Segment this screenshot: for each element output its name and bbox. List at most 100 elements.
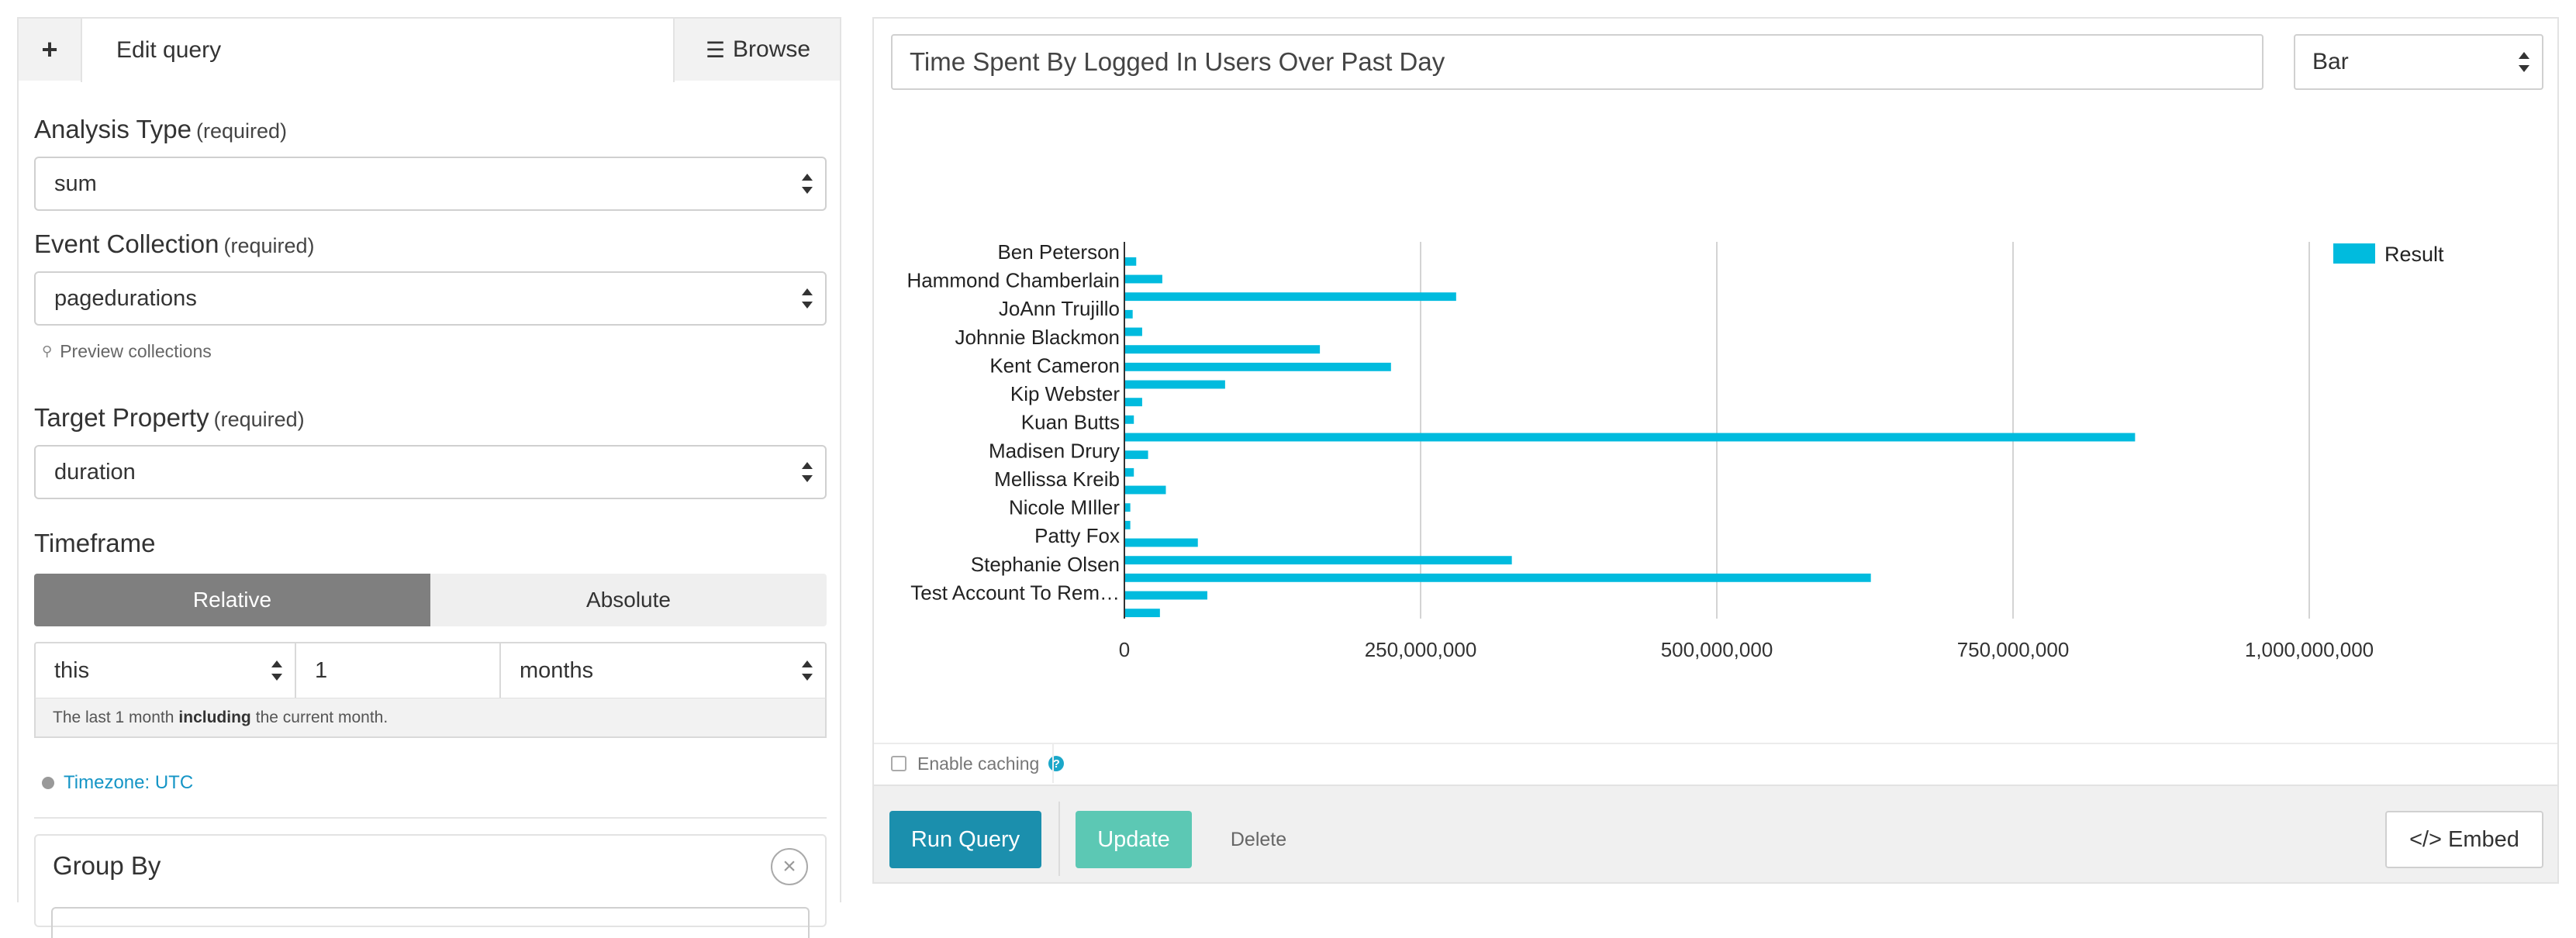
timeframe-help-suffix: the current month. xyxy=(255,708,388,726)
bar xyxy=(1124,292,1456,302)
add-query-tab[interactable]: + xyxy=(19,19,81,81)
bar xyxy=(1124,398,1142,407)
bar xyxy=(1124,503,1131,512)
bar xyxy=(1124,450,1148,460)
select-caret-icon xyxy=(800,460,814,484)
timezone-label: Timezone: UTC xyxy=(64,772,194,793)
timezone-link[interactable]: Timezone: UTC xyxy=(42,772,193,794)
target-property-value: duration xyxy=(54,459,136,485)
analysis-type-select[interactable]: sum xyxy=(34,157,827,211)
globe-icon xyxy=(42,777,54,789)
relativity-select[interactable]: this xyxy=(36,643,296,698)
preview-collections-label: Preview collections xyxy=(60,341,212,361)
bar xyxy=(1124,556,1512,565)
search-icon: ⚲ xyxy=(42,343,53,359)
analysis-type-label: Analysis Type (required) xyxy=(34,115,287,144)
divider xyxy=(1052,743,1054,783)
event-collection-value: pagedurations xyxy=(54,285,197,311)
category-label: Kent Cameron xyxy=(989,353,1120,377)
category-label: Stephanie Olsen xyxy=(971,553,1120,576)
x-tick-label: 750,000,000 xyxy=(1957,638,2070,661)
bar xyxy=(1124,274,1162,284)
timeframe-relative-button[interactable]: Relative xyxy=(34,574,430,626)
enable-caching-label: Enable caching xyxy=(917,753,1040,774)
run-query-button[interactable]: Run Query xyxy=(889,811,1041,868)
group-by-title: Group By xyxy=(53,851,161,880)
tab-browse[interactable]: ☰ Browse xyxy=(675,19,841,81)
select-caret-icon xyxy=(800,172,814,195)
category-label: Test Account To Rem… xyxy=(910,581,1120,604)
group-by-box: Group By × xyxy=(34,834,827,938)
timeframe-unit-select[interactable]: months xyxy=(501,643,825,698)
relativity-value: this xyxy=(54,657,90,683)
close-icon[interactable]: × xyxy=(771,848,808,885)
category-label: Kuan Butts xyxy=(1021,411,1120,434)
target-property-label-text: Target Property xyxy=(34,403,209,432)
timeframe-unit-value: months xyxy=(520,657,594,683)
category-label: JoAnn Trujillo xyxy=(999,297,1120,320)
bar xyxy=(1124,309,1133,319)
x-tick-label: 1,000,000,000 xyxy=(2245,638,2374,661)
bar xyxy=(1124,415,1134,424)
bar-chart: 0 250,000,000 500,000,000 750,000,000 1,000,… xyxy=(906,240,2444,661)
category-label: Madisen Drury xyxy=(989,439,1120,462)
query-tabs: + Edit query ☰ Browse xyxy=(19,19,841,82)
analysis-type-label-text: Analysis Type xyxy=(34,115,192,143)
bar xyxy=(1124,467,1134,477)
select-caret-icon xyxy=(800,659,814,682)
tab-edit-query[interactable]: Edit query xyxy=(81,19,675,82)
bar xyxy=(1124,609,1160,618)
category-label: Mellissa Kreib xyxy=(994,467,1120,491)
bar xyxy=(1124,591,1207,600)
event-collection-select[interactable]: pagedurations xyxy=(34,271,827,326)
required-hint: (required) xyxy=(223,234,315,257)
category-label: Johnnie Blackmon xyxy=(955,326,1120,349)
relative-timeframe-row: this 1 months xyxy=(34,642,827,698)
analysis-type-value: sum xyxy=(54,171,97,196)
update-button[interactable]: Update xyxy=(1076,811,1192,868)
bar xyxy=(1124,573,1871,582)
category-label: Kip Webster xyxy=(1010,382,1120,405)
action-bar: Run Query Update Delete </> Embed xyxy=(874,785,2557,882)
timeframe-label-text: Timeframe xyxy=(34,529,156,557)
bar xyxy=(1124,380,1225,389)
enable-caching-checkbox[interactable] xyxy=(891,756,906,771)
select-caret-icon xyxy=(270,659,284,682)
event-collection-label: Event Collection (required) xyxy=(34,229,315,259)
x-tick-label: 250,000,000 xyxy=(1365,638,1477,661)
caching-row: Enable caching ? xyxy=(874,743,2557,783)
bar xyxy=(1124,257,1137,266)
timeframe-absolute-button[interactable]: Absolute xyxy=(430,574,827,626)
group-by-select[interactable] xyxy=(51,907,810,938)
select-caret-icon xyxy=(800,287,814,310)
timeframe-help-bold: including xyxy=(178,708,251,726)
chart-area: 0 250,000,000 500,000,000 750,000,000 1,000,… xyxy=(874,104,2557,740)
required-hint: (required) xyxy=(196,119,288,143)
timeframe-amount-input[interactable]: 1 xyxy=(296,643,501,698)
divider xyxy=(34,817,827,819)
bar xyxy=(1124,520,1131,529)
x-tick-label: 0 xyxy=(1119,638,1130,661)
timeframe-amount-value: 1 xyxy=(315,657,328,683)
timeframe-mode-toggle: Relative Absolute xyxy=(34,574,827,626)
category-label: Patty Fox xyxy=(1034,524,1120,547)
required-hint: (required) xyxy=(213,408,305,431)
bar xyxy=(1124,362,1391,371)
tab-browse-label: Browse xyxy=(733,36,811,62)
preview-collections-link[interactable]: ⚲ Preview collections xyxy=(42,341,212,362)
bar xyxy=(1124,327,1142,336)
chart-type-select[interactable]: Bar xyxy=(2294,34,2543,90)
category-label: Ben Peterson xyxy=(997,240,1120,264)
query-builder-panel: + Edit query ☰ Browse Analysis Type (requ… xyxy=(17,17,841,938)
help-icon[interactable]: ? xyxy=(1048,756,1065,771)
list-icon: ☰ xyxy=(705,37,726,62)
query-title-input[interactable]: Time Spent By Logged In Users Over Past … xyxy=(891,34,2263,90)
bar xyxy=(1124,485,1166,495)
bar xyxy=(1124,538,1198,547)
delete-button[interactable]: Delete xyxy=(1212,811,1305,868)
x-tick-label: 500,000,000 xyxy=(1661,638,1773,661)
embed-button[interactable]: </> Embed xyxy=(2385,811,2543,868)
legend-label: Result xyxy=(2384,243,2444,266)
target-property-select[interactable]: duration xyxy=(34,445,827,499)
category-label: Hammond Chamberlain xyxy=(906,269,1120,292)
